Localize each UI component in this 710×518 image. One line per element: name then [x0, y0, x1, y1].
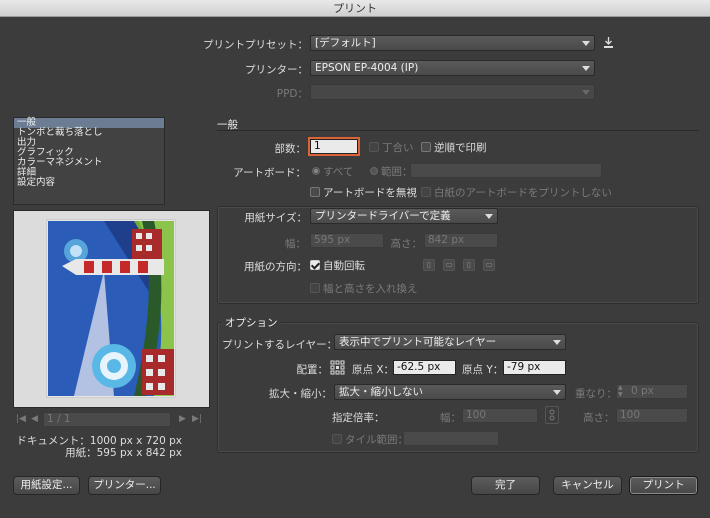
category-item-summary[interactable]: 設定内容 [14, 178, 164, 188]
reverse-order-label: 逆順で印刷 [434, 142, 487, 154]
skip-blank-label: 白紙のアートボードをプリントしない [434, 187, 612, 199]
range-radio[interactable] [370, 167, 378, 175]
overlap-stepper-icon[interactable]: ▲ ▼ [618, 384, 623, 398]
origin-x-label: 原点 X： [352, 364, 395, 376]
first-page-icon[interactable]: |◀ [16, 414, 26, 424]
ppd-label: PPD： [276, 88, 308, 100]
save-preset-icon[interactable] [602, 36, 615, 49]
done-button[interactable]: 完了 [471, 476, 540, 495]
prev-page-icon[interactable]: ◀ [31, 414, 38, 424]
artboard-label: アートボード： [233, 167, 306, 179]
chevron-down-icon [485, 214, 493, 219]
range-label: 範囲： [381, 166, 413, 178]
media-size-select[interactable]: プリンタードライバーで定義 [310, 208, 498, 224]
options-section-title: オプション [222, 315, 281, 330]
ignore-artboards-label: アートボードを無視 [323, 187, 417, 199]
media-height-label: 高さ： [390, 238, 423, 250]
print-button[interactable]: プリント [629, 476, 698, 495]
portrait-flipped-orientation-icon[interactable]: ▯ [463, 259, 475, 271]
orientation-label: 用紙の方向： [244, 261, 307, 273]
landscape-orientation-icon[interactable]: ▭ [443, 259, 455, 271]
reverse-order-checkbox[interactable] [421, 142, 431, 152]
transverse-checkbox[interactable] [310, 283, 320, 293]
section-divider [217, 130, 699, 131]
scale-width-input[interactable]: 100 [462, 408, 538, 423]
scaling-select[interactable]: 拡大・縮小しない [334, 384, 566, 400]
origin-y-input[interactable]: -79 px [503, 360, 566, 375]
all-artboards-radio[interactable] [312, 167, 320, 175]
auto-rotate-label: 自動回転 [323, 260, 365, 272]
printer-label: プリンター： [245, 64, 308, 76]
scaling-value: 拡大・縮小しない [339, 386, 423, 398]
copies-input[interactable]: 1 [310, 139, 358, 154]
print-layers-label: プリントするレイヤー： [222, 339, 338, 351]
chevron-down-icon [553, 390, 561, 395]
auto-rotate-checkbox[interactable] [310, 260, 320, 270]
printer-select[interactable]: EPSON EP-4004 (IP) [310, 60, 595, 76]
ignore-artboards-checkbox[interactable] [310, 187, 320, 197]
origin-y-label: 原点 Y： [462, 364, 504, 376]
category-item-marks[interactable]: トンボと裁ち落とし [14, 128, 164, 138]
chevron-down-icon [582, 90, 590, 95]
printer-value: EPSON EP-4004 (IP) [315, 62, 419, 74]
portrait-orientation-icon[interactable]: ▯ [423, 259, 435, 271]
skip-blank-checkbox[interactable] [421, 187, 431, 197]
paper-size: 用紙：595 px x 842 px [65, 447, 182, 459]
preview-artwork [14, 211, 209, 407]
print-layers-value: 表示中でプリント可能なレイヤー [339, 336, 497, 348]
preset-select[interactable]: [デフォルト] [310, 35, 595, 51]
page-setup-button[interactable]: 用紙設定... [13, 476, 80, 495]
media-width-input[interactable]: 595 px [310, 233, 384, 248]
chevron-down-icon [553, 340, 561, 345]
media-size-value: プリンタードライバーで定義 [315, 210, 451, 222]
page-field[interactable]: 1 / 1 [43, 412, 171, 427]
print-preview[interactable] [13, 210, 210, 408]
scaling-label: 拡大・縮小： [269, 388, 332, 400]
window-title: プリント [0, 0, 710, 17]
scale-width-label: 幅： [440, 412, 461, 424]
collate-label: 丁合い [382, 142, 414, 154]
overlap-input[interactable]: 0 px [616, 384, 688, 399]
cancel-button[interactable]: キャンセル [553, 476, 622, 495]
origin-x-input[interactable]: -62.5 px [393, 360, 456, 375]
copies-label: 部数： [274, 143, 307, 155]
landscape-flipped-orientation-icon[interactable]: ▭ [483, 259, 495, 271]
tile-range-checkbox[interactable] [332, 434, 342, 444]
print-layers-select[interactable]: 表示中でプリント可能なレイヤー [334, 334, 566, 350]
range-input[interactable] [410, 163, 602, 178]
placement-label: 配置： [296, 364, 329, 376]
last-page-icon[interactable]: ▶| [192, 414, 202, 424]
custom-scale-label: 指定倍率： [332, 412, 385, 424]
next-page-icon[interactable]: ▶ [179, 414, 186, 424]
category-item-color[interactable]: カラーマネジメント [14, 158, 164, 168]
category-list[interactable]: 一般 トンボと裁ち落とし 出力 グラフィック カラーマネジメント 詳細 設定内容 [13, 117, 165, 205]
overlap-label: 重なり： [575, 388, 617, 400]
chevron-down-icon [582, 66, 590, 71]
tile-range-label: タイル範囲： [345, 434, 408, 446]
media-size-label: 用紙サイズ： [244, 212, 307, 224]
media-height-input[interactable]: 842 px [424, 233, 498, 248]
transverse-label: 幅と高さを入れ換え [323, 283, 418, 295]
preset-label: プリントプリセット： [203, 39, 308, 51]
ppd-select[interactable] [310, 84, 595, 100]
constrain-proportions-icon[interactable] [545, 406, 559, 424]
collate-checkbox[interactable] [369, 142, 379, 152]
printer-button[interactable]: プリンター... [88, 476, 161, 495]
chevron-down-icon [582, 41, 590, 46]
preset-value: [デフォルト] [315, 37, 376, 49]
media-width-label: 幅： [285, 238, 306, 250]
all-artboards-label: すべて [323, 166, 354, 178]
tile-range-input[interactable] [403, 431, 499, 446]
scale-height-input[interactable]: 100 [616, 408, 688, 423]
scale-height-label: 高さ： [583, 412, 615, 424]
placement-grid-icon[interactable] [330, 360, 345, 375]
